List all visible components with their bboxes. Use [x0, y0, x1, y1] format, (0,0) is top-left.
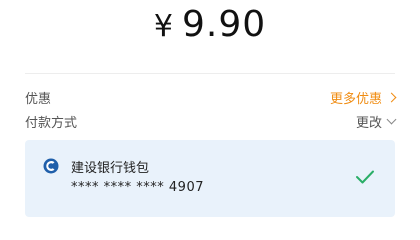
payment-amount: ¥9.90 — [0, 4, 420, 45]
change-method-button[interactable]: 更改 — [355, 112, 397, 131]
discount-label: 优惠 — [25, 91, 52, 107]
payment-method-label: 付款方式 — [25, 115, 78, 131]
chevron-down-icon — [386, 114, 397, 124]
payment-card-option[interactable]: 建设银行钱包 **** **** **** 4907 — [25, 140, 395, 217]
card-number: **** **** **** 4907 — [71, 180, 204, 195]
amount-value: 9.90 — [181, 4, 267, 45]
currency-symbol: ¥ — [153, 9, 174, 44]
more-discounts-label: 更多优惠 — [329, 91, 382, 107]
more-discounts-link[interactable]: 更多优惠 — [329, 88, 397, 107]
payment-method-row: 付款方式 更改 — [25, 111, 397, 131]
discount-row: 优惠 更多优惠 — [25, 87, 397, 107]
chevron-right-icon — [386, 92, 397, 102]
ccb-bank-logo-icon — [43, 158, 59, 174]
bank-name: 建设银行钱包 — [71, 161, 150, 176]
change-method-label: 更改 — [355, 115, 382, 131]
divider — [25, 73, 395, 74]
check-icon — [356, 170, 374, 184]
